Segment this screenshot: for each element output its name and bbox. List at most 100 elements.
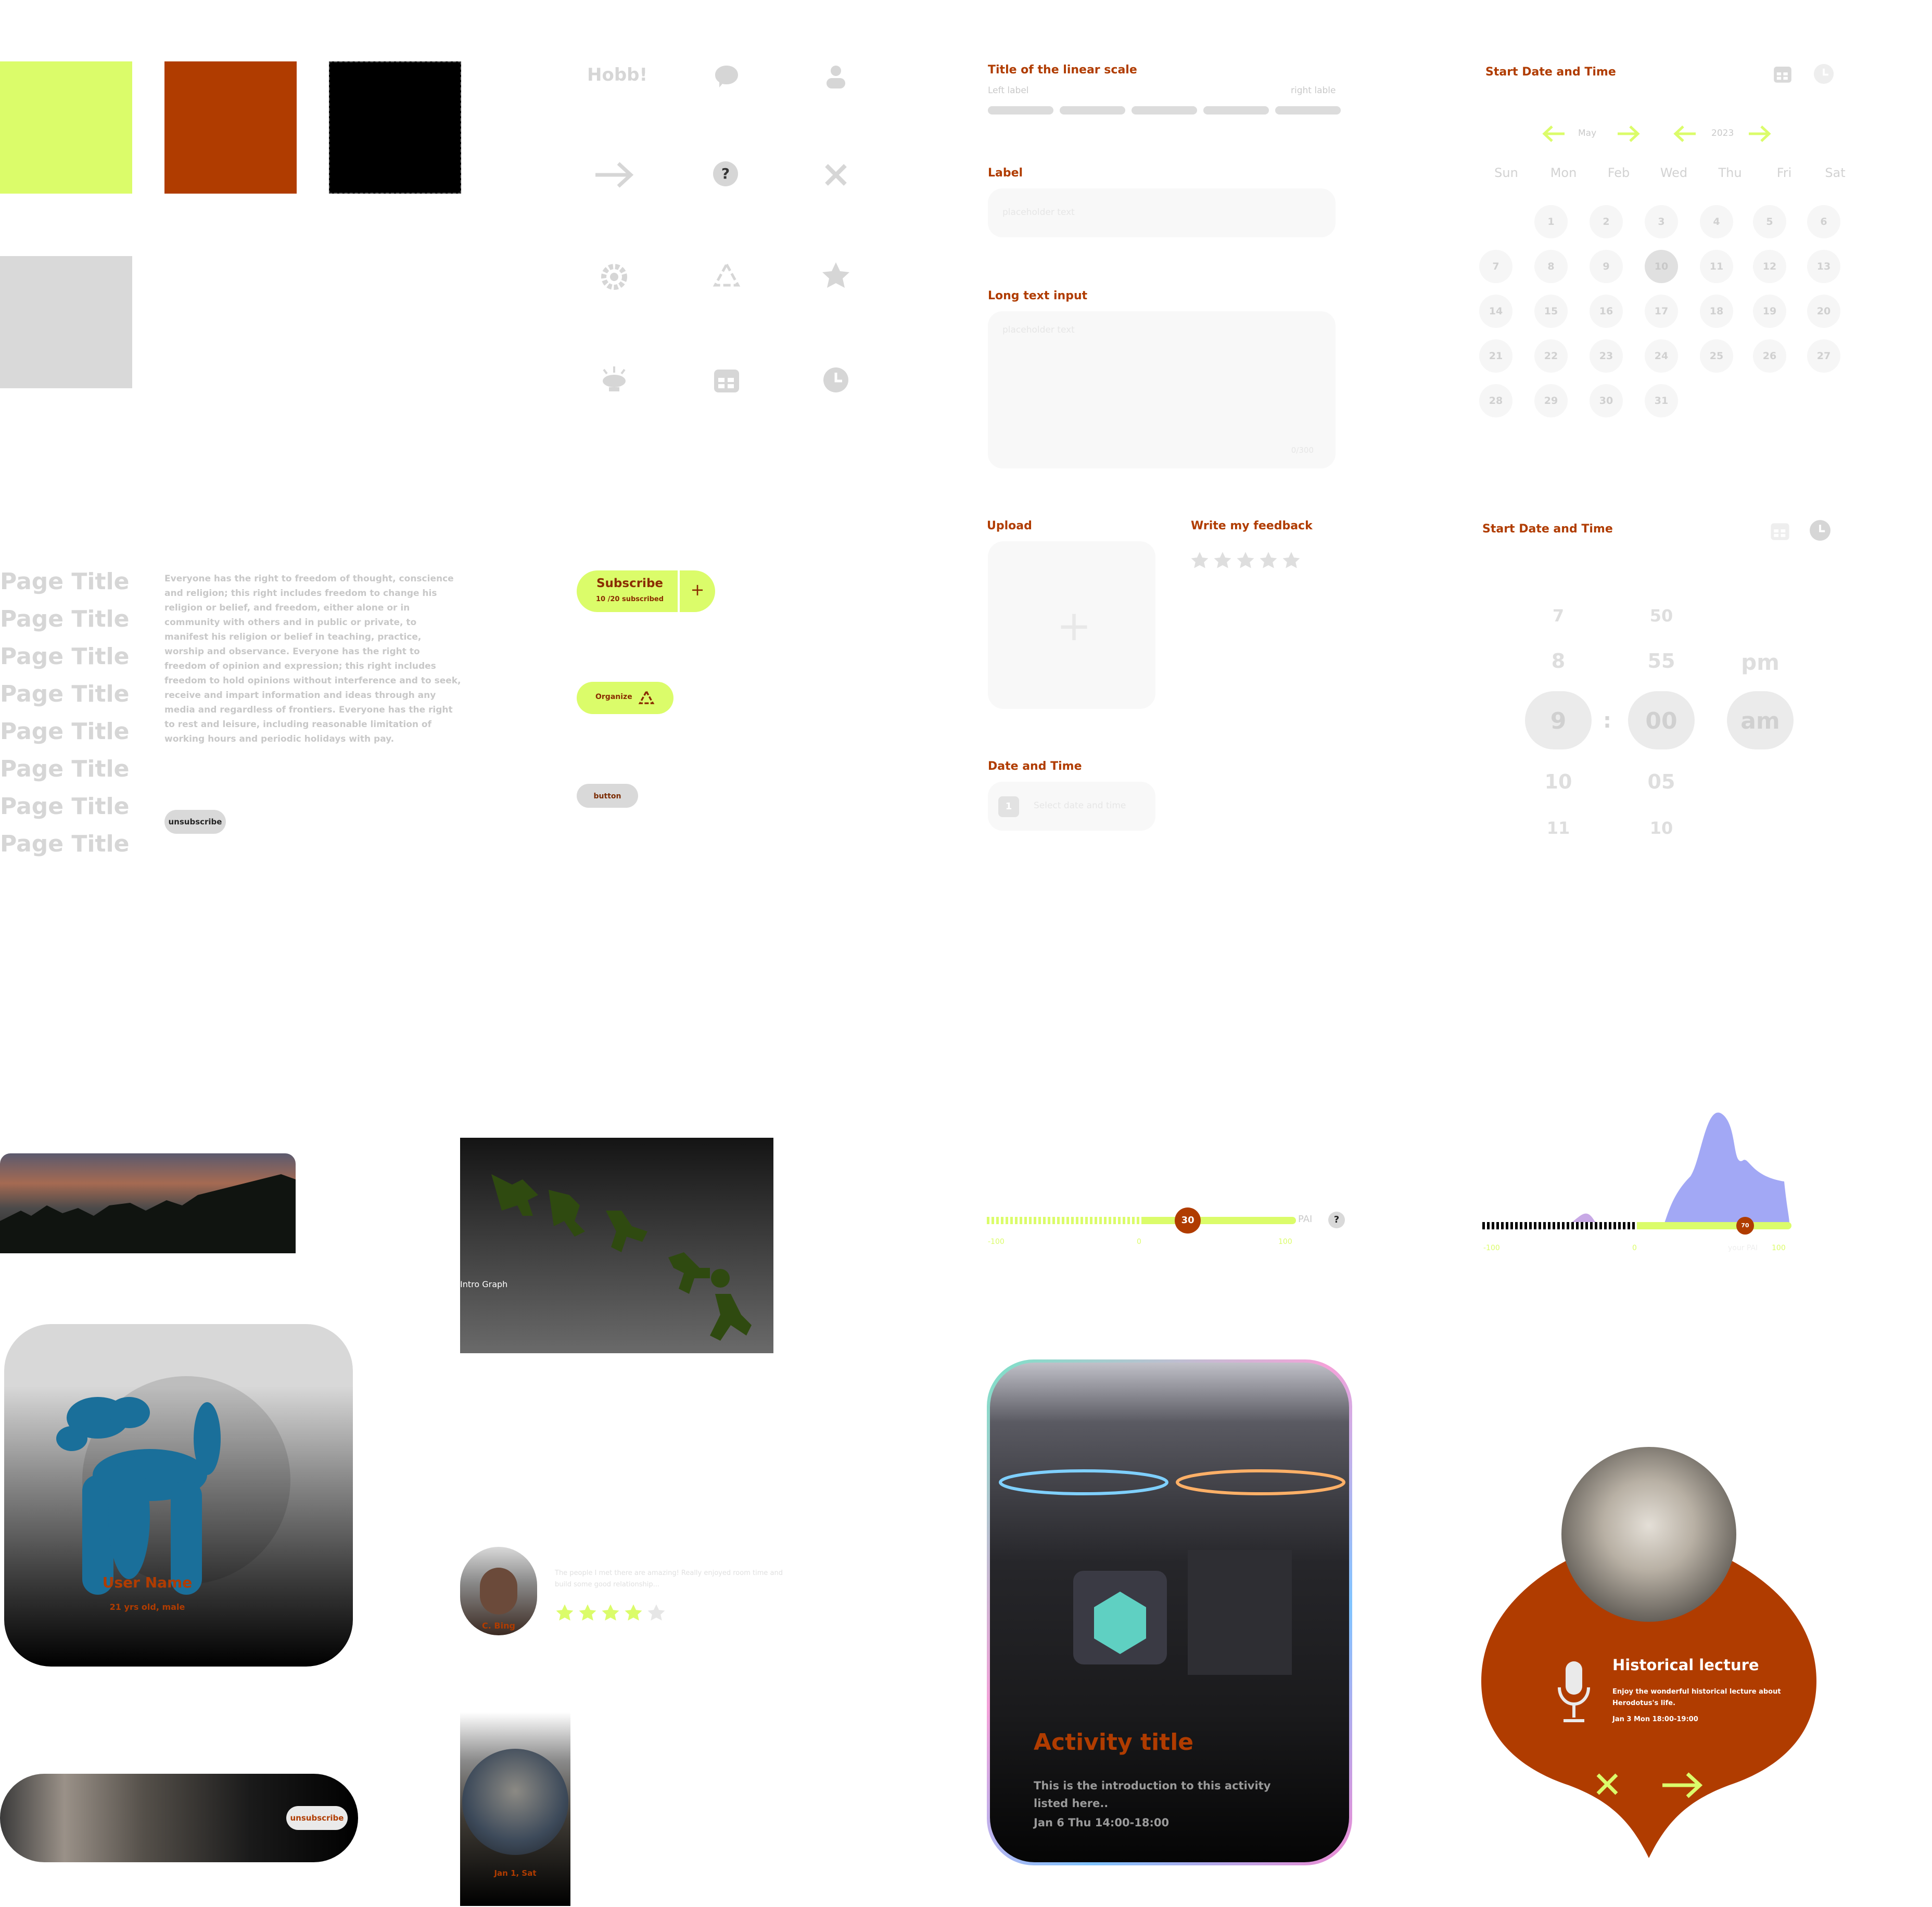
calendar-icon[interactable]	[1769, 519, 1791, 542]
clock-icon[interactable]	[1812, 62, 1835, 85]
swatch-rust	[164, 61, 297, 194]
linear-scale-segment-4[interactable]	[1203, 106, 1269, 115]
unsubscribe-button[interactable]: unsubscribe	[164, 810, 226, 834]
calendar-date[interactable]: 2	[1590, 205, 1623, 238]
calendar-date[interactable]: 28	[1479, 384, 1512, 417]
organize-button[interactable]: Organize	[577, 682, 673, 714]
calendar-date[interactable]: 26	[1753, 339, 1786, 373]
minute-option-selected[interactable]: 00	[1630, 708, 1693, 734]
linear-scale-segment-2[interactable]	[1060, 106, 1125, 115]
calendar-date[interactable]: 1	[1534, 205, 1568, 238]
page-title: Page Title	[0, 831, 130, 857]
close-icon[interactable]	[820, 159, 851, 190]
feedback-label: Write my feedback	[1191, 519, 1313, 532]
date-time-input[interactable]: 1 Select date and time	[988, 782, 1155, 831]
microphone-icon	[1558, 1661, 1590, 1722]
hour-option[interactable]: 7	[1527, 606, 1590, 626]
feedback-stars[interactable]	[1190, 551, 1315, 571]
next-year-arrow-icon[interactable]	[1748, 125, 1772, 143]
long-text-input[interactable]: placeholder text 0/300	[988, 311, 1336, 468]
pai-graph-slider[interactable]: 70	[1482, 1216, 1791, 1236]
event-date-card[interactable]: Jan 1, Sat	[460, 1712, 570, 1906]
star-icon[interactable]	[1190, 551, 1210, 570]
minute-option[interactable]: 10	[1630, 818, 1693, 838]
ampm-option[interactable]: pm	[1729, 650, 1791, 675]
linear-scale-segment-5[interactable]	[1275, 106, 1341, 115]
calendar-date[interactable]: 11	[1700, 250, 1733, 283]
clock-icon	[823, 367, 848, 392]
calendar-date[interactable]: 16	[1590, 295, 1623, 328]
intro-graph-card[interactable]: Intro Graph	[460, 1138, 773, 1353]
star-icon[interactable]	[1259, 551, 1278, 570]
calendar-date[interactable]: 14	[1479, 295, 1512, 328]
next-month-arrow-icon[interactable]	[1617, 125, 1641, 143]
hour-option[interactable]: 11	[1527, 818, 1590, 838]
star-icon	[556, 1604, 574, 1621]
calendar-date[interactable]: 31	[1645, 384, 1678, 417]
calendar-date[interactable]: 3	[1645, 205, 1678, 238]
calendar-date[interactable]: 29	[1534, 384, 1568, 417]
minute-option[interactable]: 55	[1630, 650, 1693, 672]
calendar-date[interactable]: 17	[1645, 295, 1678, 328]
hour-option-selected[interactable]: 9	[1527, 708, 1590, 734]
slider-negative-segment	[987, 1217, 1141, 1224]
reviewer-name: C. Bing	[482, 1621, 515, 1631]
star-icon[interactable]	[1236, 551, 1255, 570]
calendar-date[interactable]: 13	[1807, 250, 1840, 283]
calendar-date[interactable]: 23	[1590, 339, 1623, 373]
hour-option[interactable]: 10	[1527, 770, 1590, 793]
bust-banner[interactable]: unsubscribe	[0, 1774, 358, 1862]
page-title: Page Title	[0, 793, 130, 820]
calendar-date[interactable]: 5	[1753, 205, 1786, 238]
recycle-icon	[638, 690, 655, 704]
calendar-date[interactable]: 6	[1807, 205, 1840, 238]
clock-icon[interactable]	[1808, 518, 1832, 542]
calendar-date[interactable]: 20	[1807, 295, 1840, 328]
banner-unsubscribe-button[interactable]: unsubscribe	[286, 1806, 348, 1830]
calendar-date[interactable]: 8	[1534, 250, 1568, 283]
calendar-date-selected[interactable]: 10	[1645, 250, 1678, 283]
calendar-date[interactable]: 19	[1753, 295, 1786, 328]
pai-help-icon[interactable]: ?	[1328, 1212, 1345, 1228]
prev-year-arrow-icon[interactable]	[1673, 125, 1697, 143]
hour-option[interactable]: 8	[1527, 650, 1590, 672]
slider-thumb[interactable]: 30	[1175, 1207, 1201, 1234]
minute-option[interactable]: 05	[1630, 770, 1693, 793]
calendar-date[interactable]: 15	[1534, 295, 1568, 328]
ampm-option-selected[interactable]: am	[1729, 708, 1791, 734]
calendar-date[interactable]: 18	[1700, 295, 1733, 328]
help-icon[interactable]: ?	[713, 161, 738, 186]
review-stars	[555, 1603, 680, 1624]
calendar-icon[interactable]	[1772, 62, 1794, 85]
calendar-year: 2023	[1711, 128, 1734, 138]
calendar-date[interactable]: 4	[1700, 205, 1733, 238]
calendar-date[interactable]: 12	[1753, 250, 1786, 283]
prev-month-arrow-icon[interactable]	[1542, 125, 1566, 143]
generic-button[interactable]: button	[577, 784, 638, 808]
activity-title: Activity title	[1034, 1729, 1194, 1756]
calendar-date[interactable]: 21	[1479, 339, 1512, 373]
linear-scale-segment-1[interactable]	[988, 106, 1053, 115]
calendar-icon	[714, 370, 739, 392]
calendar-date[interactable]: 27	[1807, 339, 1840, 373]
calendar-date[interactable]: 7	[1479, 250, 1512, 283]
calendar-date[interactable]: 25	[1700, 339, 1733, 373]
linear-scale-segment-3[interactable]	[1132, 106, 1197, 115]
arrow-right-icon[interactable]	[1660, 1770, 1705, 1801]
add-icon[interactable]: +	[680, 580, 715, 600]
calendar-date[interactable]: 9	[1590, 250, 1623, 283]
user-card[interactable]: User Name 21 yrs old, male	[4, 1324, 353, 1667]
star-icon[interactable]	[1213, 551, 1232, 570]
activity-card[interactable]: Activity title This is the introduction …	[987, 1359, 1352, 1865]
upload-dropzone[interactable]: +	[988, 541, 1155, 709]
pai-slider[interactable]: 30	[987, 1207, 1296, 1234]
subscribe-button[interactable]: Subscribe 10 /20 subscribed +	[577, 570, 715, 612]
calendar-date[interactable]: 24	[1645, 339, 1678, 373]
slider-thumb[interactable]: 70	[1736, 1217, 1754, 1235]
calendar-date[interactable]: 30	[1590, 384, 1623, 417]
star-icon[interactable]	[1281, 551, 1301, 570]
minute-option[interactable]: 50	[1630, 606, 1693, 626]
calendar-date[interactable]: 22	[1534, 339, 1568, 373]
close-icon[interactable]	[1595, 1772, 1620, 1797]
label-field-input[interactable]: placeholder text	[988, 188, 1336, 237]
